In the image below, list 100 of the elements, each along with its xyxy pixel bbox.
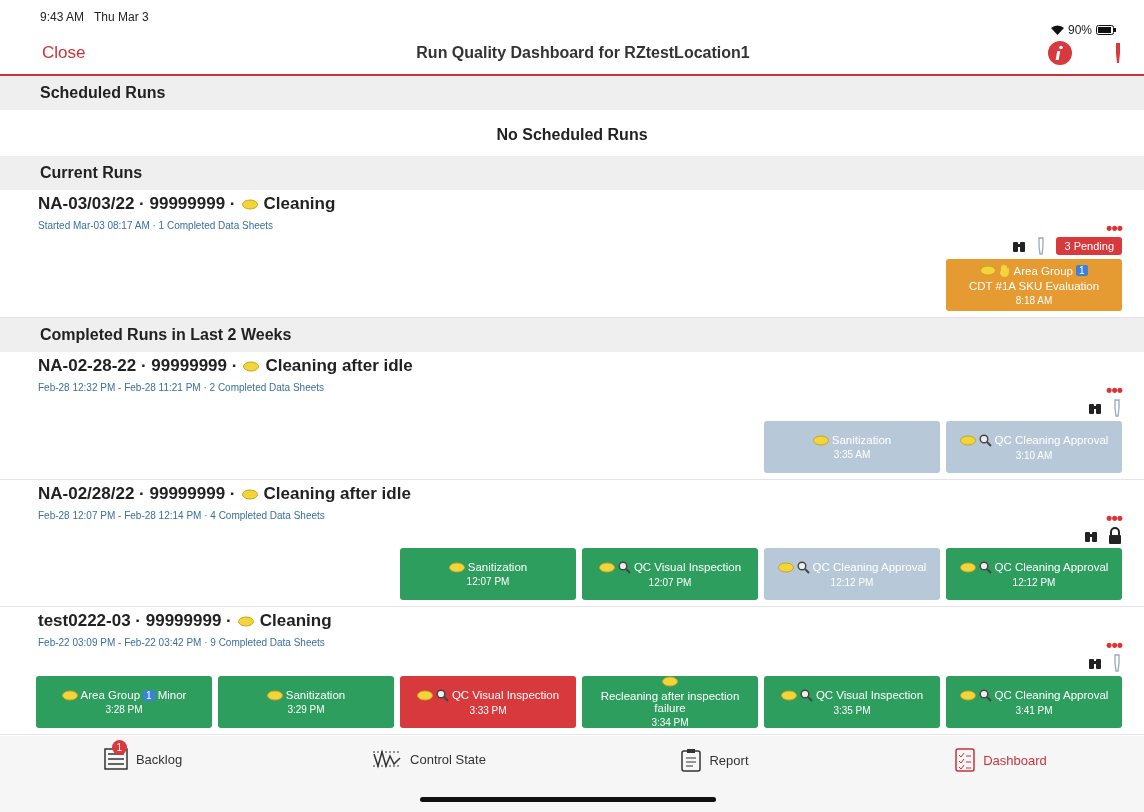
tab-button[interactable]: Report [675, 740, 755, 774]
close-button[interactable]: Close [42, 43, 86, 63]
card-label: Area Group [1013, 264, 1073, 277]
card-label: Sanitization [831, 434, 892, 446]
more-button[interactable]: ••• [1106, 223, 1122, 233]
page-title: Run Quality Dashboard for RZtestLocation1 [416, 44, 750, 62]
sponge-icon [959, 561, 976, 573]
run-title: test0222-03 · 99999999 · [38, 611, 232, 631]
magnifier-icon [796, 560, 810, 574]
checklist-icon [955, 748, 976, 772]
empty-message: No Scheduled Runs [495, 125, 649, 145]
sponge-icon [416, 689, 433, 701]
data-sheet-card[interactable]: Area Group 1 Minor 3:28 PM [36, 676, 212, 728]
magnifier-icon [799, 688, 813, 702]
sponge-icon [959, 434, 976, 446]
run-subtitle: Feb-28 12:32 PM - Feb-28 11:21 PM · 2 Completed Data Sheets [38, 382, 325, 393]
data-sheet-card[interactable]: Sanitization 3:29 PM [218, 676, 394, 728]
card-time: 3:34 PM [651, 717, 689, 728]
chart-icon [372, 748, 403, 770]
section-header: Current Runs [0, 156, 1144, 190]
run-subtitle: Feb-28 12:07 PM - Feb-28 12:14 PM · 4 Completed Data Sheets [38, 510, 325, 521]
card-label: Area Group [80, 689, 141, 701]
run-title: NA-03/03/22 · 99999999 · [38, 194, 236, 214]
sponge-icon [598, 561, 615, 573]
run-activity: Cleaning [259, 611, 332, 631]
section-header: Scheduled Runs [0, 76, 1144, 110]
card-label: CDT #1A SKU Evaluation [968, 280, 1100, 292]
card-time: 12:12 PM [830, 576, 874, 588]
data-sheet-card[interactable]: Recleaning after inspection failure 3:34 PM [582, 676, 758, 728]
battery-level: 90% [1067, 23, 1092, 37]
more-button[interactable]: ••• [1106, 640, 1122, 650]
sponge-icon [959, 689, 976, 701]
magnifier-icon [617, 560, 631, 574]
run-subtitle: Started Mar-03 08:17 AM · 1 Completed Data Sheets [38, 220, 274, 231]
binoculars-icon[interactable] [1088, 656, 1102, 670]
card-tag: 1 [1075, 265, 1088, 276]
sponge-icon [243, 360, 260, 372]
card-time: 12:12 PM [1012, 576, 1056, 588]
data-sheet-card[interactable]: QC Cleaning Approval 3:41 PM [946, 676, 1122, 728]
sponge-icon [266, 689, 283, 701]
run-title: NA-02/28/22 · 99999999 · [38, 484, 236, 504]
sponge-icon [980, 265, 997, 276]
tab-button[interactable]: Backlog 1 [97, 740, 189, 772]
data-sheet-card[interactable]: QC Visual Inspection 3:33 PM [400, 676, 576, 728]
card-time: 3:29 PM [287, 704, 325, 715]
magnifier-icon [435, 688, 449, 702]
more-button[interactable]: ••• [1106, 385, 1122, 395]
status-date: Thu Mar 3 [94, 10, 149, 26]
card-time: 3:10 AM [1015, 449, 1053, 461]
run-subtitle: Feb-22 03:09 PM - Feb-22 03:42 PM · 9 Completed Data Sheets [38, 637, 325, 648]
data-sheet-card[interactable]: QC Cleaning Approval 12:12 PM [946, 548, 1122, 600]
sponge-icon [780, 689, 797, 701]
run-activity: Cleaning [263, 194, 336, 214]
data-sheet-card[interactable]: Sanitization 12:07 PM [400, 548, 576, 600]
data-sheet-card[interactable]: QC Visual Inspection 3:35 PM [764, 676, 940, 728]
clipboard-icon [681, 748, 702, 772]
section-header: Completed Runs in Last 2 Weeks [0, 318, 1144, 352]
data-sheet-card[interactable]: Area Group 1 CDT #1A SKU Evaluation 8:18 AM [946, 259, 1122, 311]
wifi-icon [1050, 25, 1064, 35]
pending-badge: 3 Pending [1056, 237, 1122, 255]
binoculars-icon[interactable] [1088, 401, 1102, 415]
lock-icon[interactable] [1108, 527, 1122, 544]
sponge-icon [812, 434, 829, 446]
more-button[interactable]: ••• [1106, 513, 1122, 523]
card-label: Recleaning after inspection failure [599, 690, 741, 714]
card-label: QC Cleaning Approval [994, 434, 1109, 446]
run-activity: Cleaning after idle [263, 484, 411, 504]
sponge-icon [61, 689, 78, 701]
card-label: QC Visual Inspection [633, 561, 742, 573]
sponge-icon [662, 676, 678, 687]
card-label: Sanitization [285, 689, 346, 701]
run-title: NA-02-28-22 · 99999999 · [38, 356, 238, 376]
sponge-icon [237, 615, 254, 627]
card-label: QC Visual Inspection [451, 689, 560, 701]
card-label: QC Visual Inspection [815, 689, 924, 701]
sponge-icon [777, 561, 794, 573]
tab-button[interactable]: Dashboard [949, 740, 1053, 774]
card-tag: 1 [143, 689, 155, 701]
card-time: 3:35 PM [833, 704, 871, 716]
data-sheet-card[interactable]: QC Visual Inspection 12:07 PM [582, 548, 758, 600]
hand-icon [999, 264, 1011, 277]
card-label: QC Cleaning Approval [994, 561, 1109, 573]
card-time: 3:33 PM [469, 704, 507, 716]
tab-badge: 1 [111, 740, 127, 755]
card-time: 12:07 PM [648, 576, 692, 588]
card-label: QC Cleaning Approval [812, 561, 927, 573]
tab-button[interactable]: Control State [366, 740, 492, 772]
status-time: 9:43 AM [40, 10, 85, 26]
sponge-icon [241, 488, 258, 500]
sponge-icon [241, 198, 258, 210]
magnifier-icon [978, 688, 992, 702]
card-time: 3:35 AM [833, 449, 871, 460]
binoculars-icon[interactable] [1012, 239, 1027, 253]
magnifier-icon [978, 560, 992, 574]
card-time: 3:41 PM [1015, 704, 1053, 716]
card-label: QC Cleaning Approval [994, 689, 1109, 701]
info-icon[interactable] [1048, 41, 1072, 65]
card-time: 8:18 AM [1015, 295, 1053, 306]
card-time: 3:28 PM [105, 704, 143, 715]
card-label: Sanitization [467, 561, 528, 573]
